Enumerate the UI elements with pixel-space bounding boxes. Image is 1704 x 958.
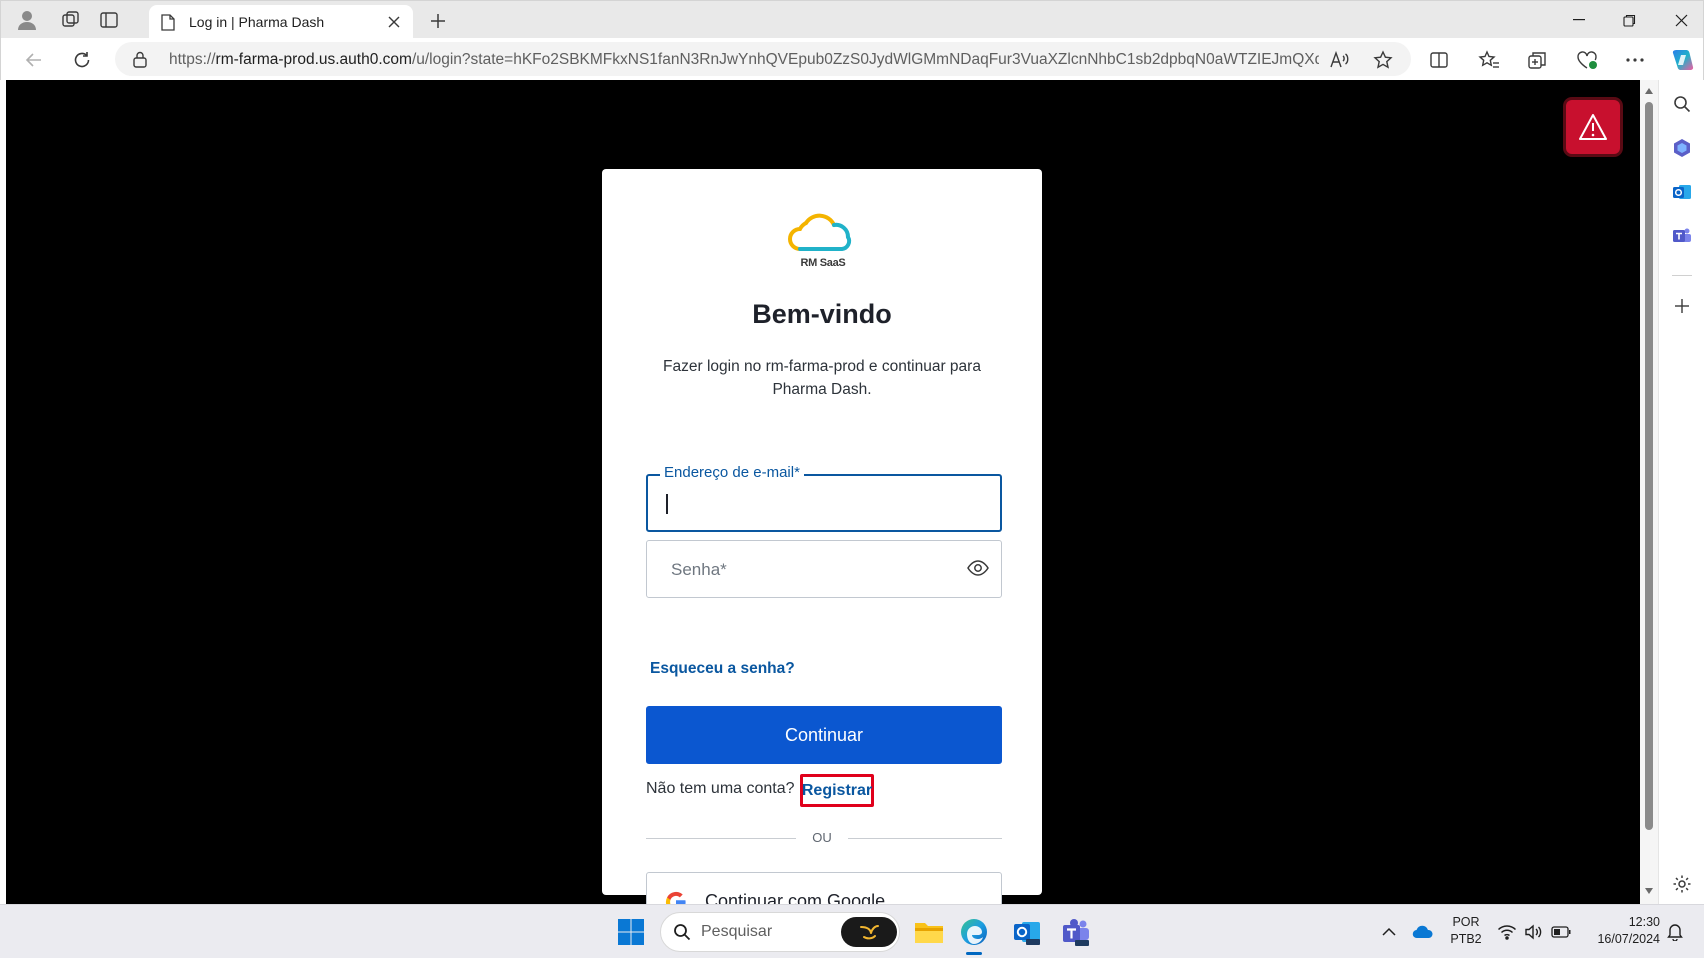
- login-card: RM SaaS Bem-vindo Fazer login no rm-farm…: [602, 169, 1042, 904]
- warning-icon[interactable]: [1566, 100, 1620, 154]
- browser-toolbar: https://rm-farma-prod.us.auth0.com/u/log…: [0, 38, 1704, 80]
- scroll-down-arrow-icon[interactable]: [1644, 886, 1654, 896]
- restore-icon[interactable]: [1609, 5, 1649, 35]
- add-icon[interactable]: [1668, 292, 1696, 320]
- forgot-password-link[interactable]: Esqueceu a senha?: [650, 660, 795, 678]
- rm-saas-logo: RM SaaS: [788, 211, 858, 273]
- email-label: Endereço de e-mail*: [660, 464, 804, 481]
- copilot-sidebar-icon[interactable]: [1668, 134, 1696, 162]
- clock-time: 12:30: [1628, 915, 1660, 929]
- more-icon[interactable]: [1619, 45, 1651, 75]
- page-viewport: RM SaaS Bem-vindo Fazer login no rm-farm…: [6, 80, 1640, 904]
- scroll-up-arrow-icon[interactable]: [1644, 86, 1654, 96]
- workspaces-icon[interactable]: [57, 7, 85, 33]
- login-subtitle: Fazer login no rm-farma-prod e continuar…: [663, 358, 981, 398]
- browser-essentials-icon[interactable]: [1571, 45, 1603, 75]
- logo-text: RM SaaS: [800, 257, 846, 269]
- password-placeholder: Senha*: [671, 560, 727, 579]
- notification-bell-icon[interactable]: [1664, 921, 1686, 943]
- new-tab-icon[interactable]: [425, 9, 451, 33]
- settings-gear-icon[interactable]: [1668, 870, 1696, 898]
- teams-sidebar-icon[interactable]: [1668, 222, 1696, 250]
- register-link[interactable]: Registrar: [800, 774, 874, 807]
- favorites-icon[interactable]: [1473, 45, 1505, 75]
- profile-icon[interactable]: [13, 7, 41, 33]
- read-aloud-icon[interactable]: [1327, 48, 1351, 72]
- text-caret: [666, 494, 668, 514]
- language-indicator[interactable]: POR PTB2: [1444, 914, 1488, 948]
- close-icon[interactable]: [385, 13, 403, 31]
- search-icon: [673, 923, 691, 941]
- outlook-sidebar-icon[interactable]: [1668, 178, 1696, 206]
- refresh-icon[interactable]: [67, 45, 97, 75]
- volume-icon[interactable]: [1522, 921, 1544, 943]
- show-hidden-icons-icon[interactable]: [1378, 921, 1400, 943]
- system-clock[interactable]: 12:30 16/07/2024: [1576, 914, 1660, 948]
- url-text[interactable]: https://rm-farma-prod.us.auth0.com/u/log…: [169, 51, 1319, 69]
- favorite-star-icon[interactable]: [1371, 48, 1395, 72]
- clock-date: 16/07/2024: [1597, 932, 1660, 946]
- split-screen-icon[interactable]: [1423, 45, 1455, 75]
- no-account-text: Não tem uma conta?: [646, 780, 795, 797]
- battery-icon[interactable]: [1550, 921, 1572, 943]
- browser-tab-strip: Log in | Pharma Dash: [0, 0, 1704, 39]
- active-tab[interactable]: Log in | Pharma Dash: [149, 5, 413, 39]
- email-field[interactable]: Endereço de e-mail*: [646, 464, 1002, 532]
- close-window-icon[interactable]: [1661, 5, 1701, 35]
- divider-text: OU: [812, 830, 832, 845]
- collections-icon[interactable]: [1521, 45, 1553, 75]
- active-app-indicator: [966, 952, 982, 955]
- tab-title: Log in | Pharma Dash: [189, 14, 325, 30]
- edge-icon[interactable]: [957, 915, 991, 949]
- google-login-button[interactable]: Continuar com Google: [646, 872, 1002, 904]
- page-scrollbar[interactable]: [1640, 80, 1658, 904]
- scroll-thumb[interactable]: [1645, 102, 1653, 830]
- windows-taskbar: Pesquisar POR PTB2 12:30 16/07/2024: [0, 904, 1704, 958]
- language-code: POR: [1452, 915, 1480, 929]
- teams-icon[interactable]: [1059, 915, 1093, 949]
- search-icon[interactable]: [1668, 90, 1696, 118]
- password-field[interactable]: Senha*: [646, 540, 1002, 598]
- sidebar-separator: [1672, 275, 1692, 276]
- google-icon: [665, 891, 687, 904]
- address-bar[interactable]: https://rm-farma-prod.us.auth0.com/u/log…: [115, 42, 1411, 76]
- onedrive-icon[interactable]: [1412, 921, 1434, 943]
- minimize-icon[interactable]: [1559, 5, 1599, 35]
- lock-icon[interactable]: [133, 51, 147, 68]
- taskbar-search-placeholder: Pesquisar: [701, 923, 773, 940]
- taskbar-search[interactable]: Pesquisar: [660, 912, 900, 952]
- continue-button[interactable]: Continuar: [646, 706, 1002, 764]
- page-icon: [161, 14, 175, 31]
- edge-sidebar: [1658, 80, 1704, 904]
- windows-start-icon[interactable]: [616, 917, 646, 947]
- keyboard-layout: PTB2: [1450, 932, 1482, 946]
- divider-line-left: [646, 838, 796, 839]
- divider-line-right: [848, 838, 1002, 839]
- wifi-icon[interactable]: [1496, 921, 1518, 943]
- search-highlight-icon: [841, 917, 897, 947]
- vertical-tabs-icon[interactable]: [95, 7, 123, 33]
- back-icon[interactable]: [19, 45, 49, 75]
- google-button-label: Continuar com Google: [705, 891, 886, 904]
- copilot-icon[interactable]: [1667, 45, 1699, 75]
- page-title: Bem-vindo: [752, 299, 892, 329]
- outlook-icon[interactable]: [1010, 915, 1044, 949]
- file-explorer-icon[interactable]: [912, 915, 946, 949]
- eye-icon[interactable]: [967, 559, 989, 577]
